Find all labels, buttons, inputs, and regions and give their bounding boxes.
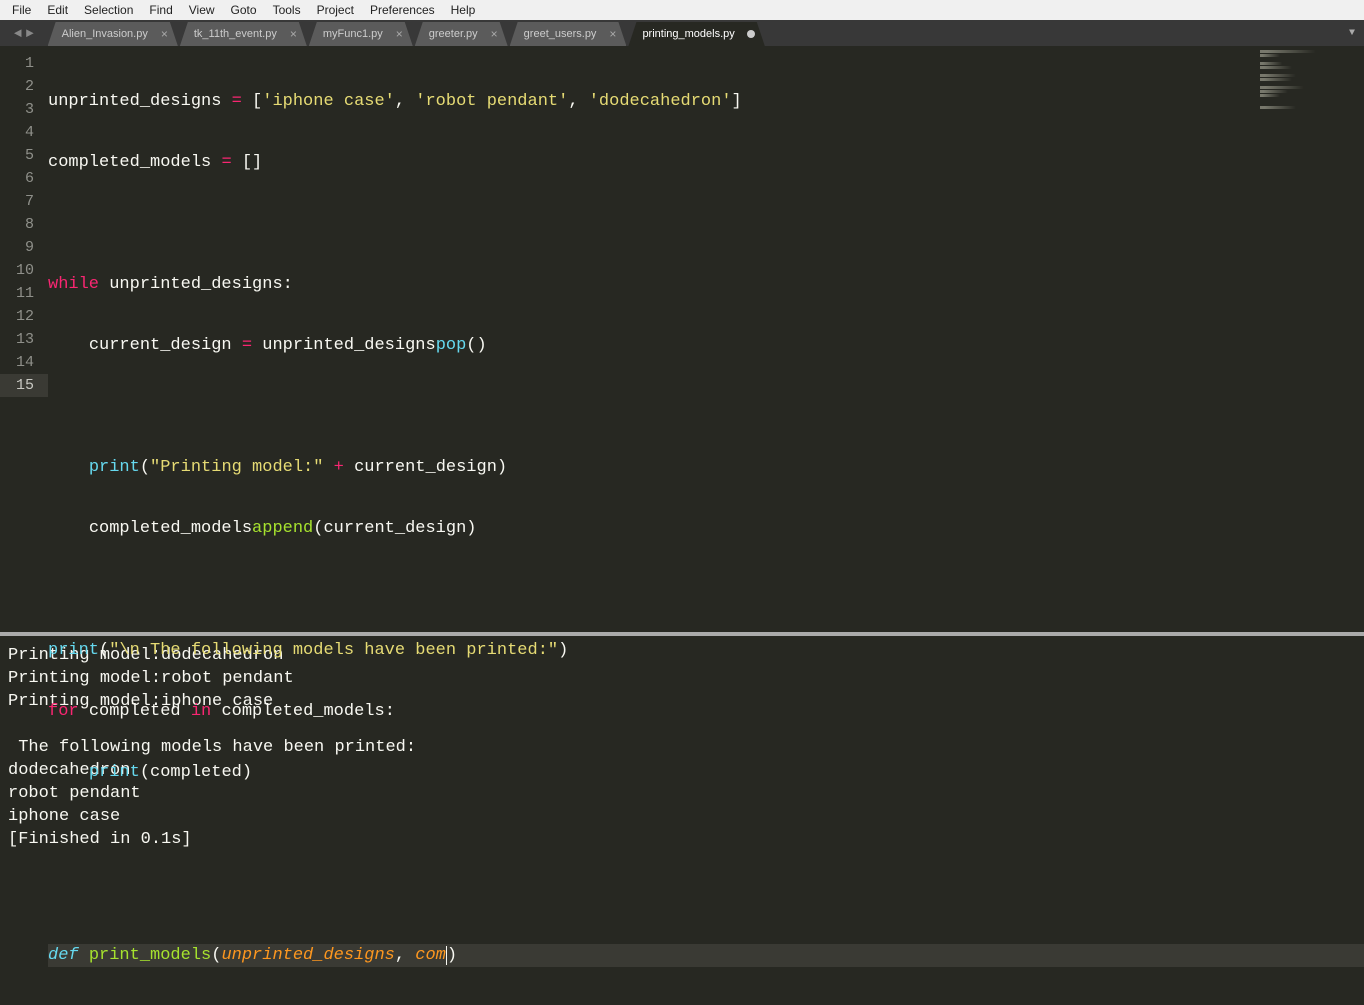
- tab-greet-users[interactable]: greet_users.py ×: [510, 22, 627, 46]
- nav-forward-icon[interactable]: ►: [26, 26, 34, 41]
- menu-file[interactable]: File: [4, 0, 39, 20]
- menu-goto[interactable]: Goto: [223, 0, 265, 20]
- editor-area: 123456789101112131415 unprinted_designs …: [0, 46, 1364, 632]
- menu-view[interactable]: View: [181, 0, 223, 20]
- gutter: 123456789101112131415: [0, 46, 48, 632]
- menu-project[interactable]: Project: [309, 0, 362, 20]
- menu-tools[interactable]: Tools: [265, 0, 309, 20]
- menu-find[interactable]: Find: [141, 0, 180, 20]
- line-number: 11: [0, 282, 48, 305]
- menu-help[interactable]: Help: [443, 0, 484, 20]
- line-number: 7: [0, 190, 48, 213]
- line-number: 14: [0, 351, 48, 374]
- line-number: 13: [0, 328, 48, 351]
- close-icon[interactable]: ×: [290, 28, 297, 40]
- close-icon[interactable]: ×: [161, 28, 168, 40]
- nav-back-icon[interactable]: ◄: [14, 26, 22, 41]
- line-number: 3: [0, 98, 48, 121]
- menu-edit[interactable]: Edit: [39, 0, 76, 20]
- tab-bar: Alien_Invasion.py × tk_11th_event.py × m…: [48, 20, 1340, 46]
- menu-bar: File Edit Selection Find View Goto Tools…: [0, 0, 1364, 20]
- tab-overflow-icon[interactable]: ▼: [1340, 28, 1364, 39]
- line-number: 12: [0, 305, 48, 328]
- tab-label: tk_11th_event.py: [194, 28, 277, 40]
- close-icon[interactable]: ×: [491, 28, 498, 40]
- tab-label: Alien_Invasion.py: [62, 28, 148, 40]
- line-number: 8: [0, 213, 48, 236]
- tab-row: ◄ ► Alien_Invasion.py × tk_11th_event.py…: [0, 20, 1364, 46]
- line-number: 9: [0, 236, 48, 259]
- tab-myfunc1[interactable]: myFunc1.py ×: [309, 22, 413, 46]
- line-number: 10: [0, 259, 48, 282]
- tab-label: printing_models.py: [642, 28, 734, 40]
- menu-preferences[interactable]: Preferences: [362, 0, 443, 20]
- nav-arrows: ◄ ►: [0, 26, 48, 41]
- line-number: 2: [0, 75, 48, 98]
- tab-greeter[interactable]: greeter.py ×: [415, 22, 508, 46]
- tab-label: greeter.py: [429, 28, 478, 40]
- close-icon[interactable]: ×: [609, 28, 616, 40]
- tab-printing-models[interactable]: printing_models.py: [628, 22, 764, 46]
- line-number: 15: [0, 374, 48, 397]
- line-number: 1: [0, 52, 48, 75]
- line-number: 4: [0, 121, 48, 144]
- minimap[interactable]: [1260, 50, 1360, 110]
- tab-label: myFunc1.py: [323, 28, 383, 40]
- menu-selection[interactable]: Selection: [76, 0, 141, 20]
- line-number: 5: [0, 144, 48, 167]
- close-icon[interactable]: ×: [396, 28, 403, 40]
- tab-label: greet_users.py: [524, 28, 597, 40]
- code-editor[interactable]: unprinted_designs = ['iphone case', 'rob…: [48, 46, 1364, 632]
- tab-tk-11th-event[interactable]: tk_11th_event.py ×: [180, 22, 307, 46]
- dirty-indicator-icon[interactable]: [747, 30, 755, 38]
- line-number: 6: [0, 167, 48, 190]
- tab-alien-invasion[interactable]: Alien_Invasion.py ×: [48, 22, 178, 46]
